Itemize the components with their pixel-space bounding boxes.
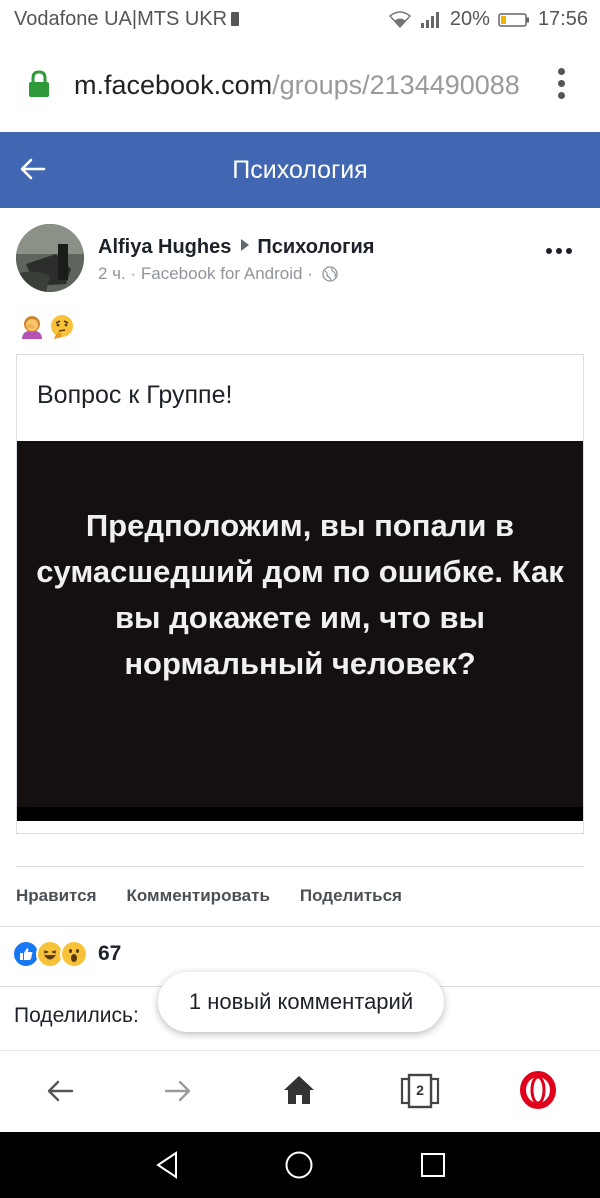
- status-bar: Vodafone UA|MTS UKR 20% 17:56: [0, 0, 600, 40]
- browser-bottom-nav: 2: [0, 1050, 600, 1132]
- battery-icon: [498, 12, 530, 28]
- url-text[interactable]: m.facebook.com/groups/2134490088: [74, 70, 520, 101]
- group-name[interactable]: Психология: [257, 236, 374, 258]
- post-meta: 2 ч. · Facebook for Android ·: [98, 264, 338, 287]
- post-more-icon[interactable]: [546, 248, 572, 254]
- group-header: Психология: [0, 132, 600, 208]
- opera-menu-icon[interactable]: [520, 1071, 556, 1114]
- url-domain: m.facebook.com: [74, 70, 273, 100]
- status-indicators: 20% 17:56: [388, 8, 588, 31]
- reactions-summary[interactable]: 67: [12, 940, 121, 968]
- clock: 17:56: [537, 8, 588, 30]
- tabs-icon[interactable]: 2: [398, 1073, 442, 1111]
- like-button[interactable]: Нравится: [16, 886, 97, 906]
- browser-menu-icon[interactable]: [558, 68, 566, 102]
- wifi-icon: [388, 10, 412, 29]
- carrier-text: Vodafone UA|MTS UKR: [14, 8, 240, 31]
- browser-address-bar[interactable]: m.facebook.com/groups/2134490088: [0, 40, 600, 132]
- phone-screen: Vodafone UA|MTS UKR 20% 17:56 m.facebook…: [0, 0, 600, 1198]
- shared-post-card[interactable]: Вопрос к Группе! Предположим, вы попали …: [16, 354, 584, 834]
- browser-back-icon[interactable]: [44, 1075, 76, 1112]
- post-author-line: Alfiya Hughes Психология: [98, 236, 374, 259]
- page-title: Психология: [232, 156, 368, 184]
- reaction-count: 67: [98, 942, 122, 965]
- tab-count: 2: [416, 1082, 424, 1098]
- thinking-face-emoji-icon: [48, 313, 76, 346]
- wow-reaction-icon: [60, 940, 88, 968]
- globe-icon: [321, 266, 338, 287]
- home-icon[interactable]: [282, 1073, 316, 1112]
- author-name[interactable]: Alfiya Hughes: [98, 236, 231, 258]
- shares-label: Поделились:: [14, 1004, 139, 1027]
- post-image[interactable]: Предположим, вы попали в сумасшедший дом…: [17, 441, 583, 821]
- card-caption: Вопрос к Группе!: [37, 381, 233, 409]
- new-comment-toast[interactable]: 1 новый комментарий: [158, 972, 444, 1032]
- divider: [0, 926, 600, 927]
- share-button[interactable]: Поделиться: [300, 886, 402, 906]
- signal-icon: [420, 11, 442, 29]
- url-path: /groups/2134490088: [272, 70, 520, 100]
- android-back-icon[interactable]: [154, 1150, 180, 1185]
- battery-percent: 20%: [449, 8, 490, 30]
- shares-row[interactable]: Поделились:: [14, 1004, 139, 1028]
- android-recents-icon[interactable]: [420, 1152, 446, 1183]
- sim-icon: [231, 12, 240, 26]
- post-image-text: Предположим, вы попали в сумасшедший дом…: [36, 508, 564, 681]
- caret-right-icon: [241, 239, 250, 251]
- image-bottom-strip: [17, 807, 583, 821]
- lock-icon: [28, 70, 50, 103]
- author-avatar[interactable]: [16, 224, 84, 292]
- facepalm-woman-emoji-icon: [18, 313, 46, 346]
- comment-button[interactable]: Комментировать: [127, 886, 270, 906]
- android-home-icon[interactable]: [284, 1150, 314, 1185]
- browser-forward-icon[interactable]: [162, 1075, 194, 1112]
- post-actions: Нравится Комментировать Поделиться: [16, 886, 402, 906]
- post-emojis: [18, 313, 76, 346]
- android-nav-bar: [0, 1132, 600, 1198]
- divider: [16, 866, 584, 867]
